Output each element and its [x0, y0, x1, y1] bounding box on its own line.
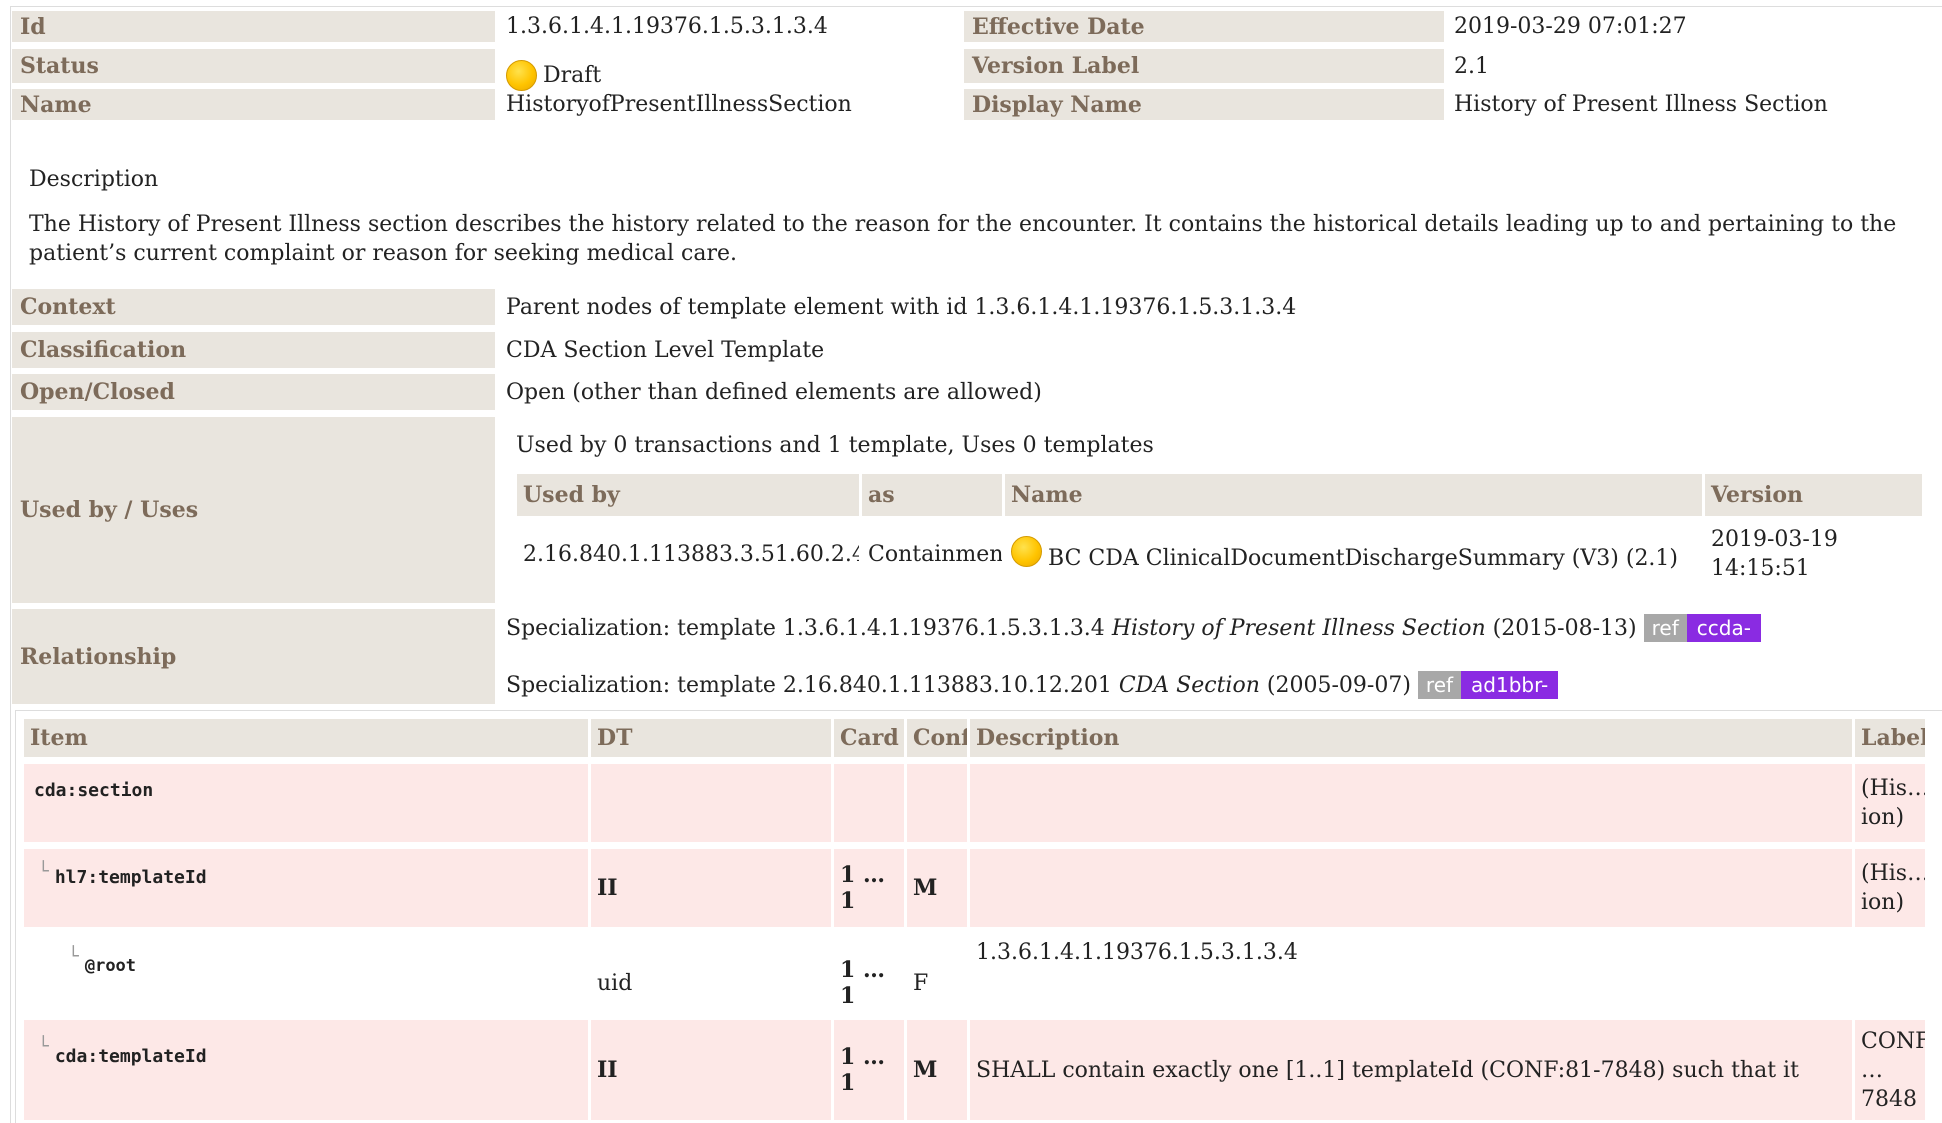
- name-value: HistoryofPresentIllnessSection: [506, 92, 852, 117]
- classification-value: CDA Section Level Template: [506, 337, 825, 363]
- id-label: Id: [12, 11, 495, 42]
- items-col-item: Item: [24, 719, 588, 757]
- items-row-2-dt: II: [591, 849, 831, 927]
- status-text: Draft: [543, 62, 602, 88]
- relationship-label: Relationship: [12, 609, 495, 704]
- usedby-row-version-time: 14:15:51: [1711, 556, 1810, 581]
- label-line-2: …: [1861, 1057, 1883, 1083]
- items-row-1-desc: [970, 764, 1852, 842]
- used-by-summary: Used by 0 transactions and 1 template, U…: [516, 432, 1154, 458]
- items-col-card: Card: [834, 719, 904, 757]
- items-row-2-label: (His… ion): [1855, 849, 1925, 927]
- used-by-label: Used by / Uses: [12, 417, 495, 603]
- items-row-4-desc: SHALL contain exactly one [1..1] templat…: [970, 1020, 1852, 1120]
- items-row-4-item[interactable]: └ cda:templateId: [24, 1020, 588, 1120]
- open-closed-value: Open (other than defined elements are al…: [506, 379, 1042, 405]
- items-row-2-item[interactable]: └ hl7:templateId: [24, 849, 588, 927]
- items-col-conf: Conf: [907, 719, 967, 757]
- item-name: @root: [84, 956, 137, 976]
- ref-tag: ref: [1417, 671, 1462, 699]
- items-row-2-desc: [970, 849, 1852, 927]
- version-label-label: Version Label: [964, 49, 1444, 83]
- usedby-col-version: Version: [1705, 474, 1922, 516]
- relationship-prefix: Specialization: template 1.3.6.1.4.1.193…: [506, 615, 1105, 641]
- id-value: 1.3.6.1.4.1.19376.1.5.3.1.3.4: [506, 14, 828, 39]
- label-line-2: ion): [1861, 890, 1905, 915]
- description-text: The History of Present Illness section d…: [29, 212, 1897, 266]
- label-line-2: ion): [1861, 805, 1905, 830]
- status-label: Status: [12, 49, 495, 83]
- usedby-row-id[interactable]: 2.16.840.1.113883.3.51.60.2.4.1: [517, 524, 859, 584]
- effective-date-label: Effective Date: [964, 11, 1444, 42]
- usedby-row-as: Containment: [868, 541, 1002, 567]
- display-name-value: History of Present Illness Section: [1454, 92, 1828, 117]
- description-heading: Description: [29, 167, 159, 192]
- items-row-3-desc: 1.3.6.1.4.1.19376.1.5.3.1.3.4: [976, 940, 1298, 965]
- label-line-1: (His…: [1861, 861, 1925, 886]
- usedby-row-name[interactable]: BC CDA ClinicalDocumentDischargeSummary …: [1005, 524, 1702, 584]
- items-row-3-card: 1 … 1: [840, 957, 885, 1009]
- effective-date-value: 2019-03-29 07:01:27: [1454, 14, 1687, 39]
- relationship-date: (2005-09-07): [1266, 672, 1411, 698]
- usedby-row-version-date: 2019-03-19: [1711, 527, 1838, 552]
- items-row-1-dt: [591, 764, 831, 842]
- status-draft-icon: [506, 59, 537, 91]
- tree-connector-icon: └: [38, 1036, 49, 1057]
- ref-tag: ref: [1643, 614, 1687, 642]
- relationship-row-1: Specialization: template 1.3.6.1.4.1.193…: [506, 612, 1761, 644]
- items-row-2-card: 1 … 1: [834, 849, 904, 927]
- project-prefix-tag[interactable]: ad1bbr-: [1461, 671, 1559, 699]
- status-value: Draft: [506, 58, 601, 92]
- item-name: cda:section: [34, 780, 154, 801]
- items-row-4-dt: II: [591, 1020, 831, 1120]
- status-draft-icon: [1011, 535, 1042, 567]
- items-row-3-label: [1855, 934, 1925, 1016]
- usedby-col-usedby: Used by: [517, 474, 859, 516]
- tree-connector-icon: └: [68, 946, 79, 967]
- usedby-col-as: as: [862, 474, 1002, 516]
- usedby-row-name-text: BC CDA ClinicalDocumentDischargeSummary …: [1048, 545, 1679, 571]
- items-row-4-label: CONF … 7848: [1855, 1020, 1925, 1120]
- relationship-template-name[interactable]: History of Present Illness Section: [1112, 616, 1486, 641]
- label-line-1: (His…: [1861, 776, 1925, 801]
- items-row-3-dt: uid: [597, 970, 633, 996]
- items-row-4-card: 1 … 1: [834, 1020, 904, 1120]
- relationship-prefix: Specialization: template 2.16.840.1.1138…: [506, 672, 1112, 698]
- context-label: Context: [12, 289, 495, 325]
- usedby-col-name: Name: [1005, 474, 1702, 516]
- items-row-2-conf: M: [907, 849, 967, 927]
- label-line-1: CONF: [1861, 1028, 1925, 1054]
- context-value: Parent nodes of template element with id…: [506, 294, 1297, 320]
- open-closed-label: Open/Closed: [12, 374, 495, 410]
- template-detail-page: Id 1.3.6.1.4.1.19376.1.5.3.1.3.4 Effecti…: [0, 0, 1942, 1123]
- items-row-3-conf: F: [913, 970, 929, 996]
- usedby-row-version: 2019-03-19 14:15:51: [1705, 520, 1922, 588]
- tree-connector-icon: └: [38, 861, 49, 882]
- items-col-description: Description: [970, 719, 1852, 757]
- items-row-1-card: [834, 764, 904, 842]
- items-row-3-item[interactable]: └ @root: [24, 934, 588, 1016]
- version-label-value: 2.1: [1454, 53, 1489, 79]
- items-row-1-label: (His… ion): [1855, 764, 1925, 842]
- item-name: cda:templateId: [54, 1046, 207, 1067]
- items-row-4-conf: M: [907, 1020, 967, 1120]
- items-col-label: Label: [1855, 719, 1925, 757]
- name-label: Name: [12, 89, 495, 120]
- item-name: hl7:templateId: [54, 867, 207, 888]
- display-name-label: Display Name: [964, 89, 1444, 120]
- relationship-row-2: Specialization: template 2.16.840.1.1138…: [506, 669, 1559, 701]
- relationship-date: (2015-08-13): [1492, 615, 1637, 641]
- classification-label: Classification: [12, 332, 495, 368]
- label-line-3: 7848: [1861, 1086, 1917, 1112]
- items-row-1-conf: [907, 764, 967, 842]
- project-prefix-tag[interactable]: ccda-: [1686, 614, 1761, 642]
- items-col-dt: DT: [591, 719, 831, 757]
- relationship-template-name[interactable]: CDA Section: [1119, 673, 1260, 698]
- items-row-1-item[interactable]: cda:section: [24, 764, 588, 842]
